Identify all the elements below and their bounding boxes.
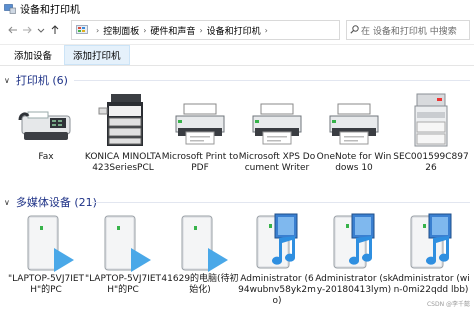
device-item-sec-printer[interactable]: SEC001599C89726	[392, 88, 470, 174]
device-item-onenote[interactable]: OneNote for Windows 10	[315, 88, 393, 174]
device-item-media-2[interactable]: "LAPTOP-5VJ7IETH"的PC	[84, 210, 162, 296]
media-group-title: 多媒体设备 (21)	[15, 196, 97, 209]
breadcrumb-control-panel[interactable]: 控制面板	[103, 24, 139, 37]
watermark: CSDN @李千懿	[426, 301, 470, 308]
device-label: Administrator (sky-20180413lym)	[315, 274, 393, 295]
device-label: KONICA MINOLTA 423SeriesPCL	[84, 152, 162, 173]
title-bar: 设备和打印机	[0, 0, 474, 17]
device-item-media-4[interactable]: Administrator (694wubnv58yk2mo)	[238, 210, 316, 307]
add-printer-button[interactable]: 添加打印机	[64, 45, 130, 65]
device-label: Fax	[38, 152, 54, 162]
device-item-print-to-pdf[interactable]: Microsoft Print to PDF	[161, 88, 239, 174]
chevron-down-icon	[37, 28, 45, 33]
collapse-chevron-icon: ∨	[4, 75, 10, 85]
breadcrumb-separator: ›	[264, 25, 268, 35]
control-panel-icon	[76, 25, 88, 34]
command-bar: 添加设备 添加打印机	[0, 44, 474, 66]
copier-icon	[98, 94, 143, 146]
search-icon	[350, 25, 359, 34]
group-divider	[92, 202, 470, 203]
forward-arrow-icon	[23, 26, 32, 34]
media-player-icon	[410, 213, 452, 269]
back-button[interactable]	[6, 21, 20, 39]
up-button[interactable]	[48, 21, 62, 39]
printers-group-title: 打印机 (6)	[15, 74, 68, 87]
breadcrumb-separator: ›	[143, 25, 147, 35]
devices-app-icon	[4, 3, 16, 14]
media-server-icon	[104, 215, 151, 272]
device-item-media-1[interactable]: "LAPTOP-5VJ7IETH"的PC	[7, 210, 85, 296]
media-server-icon	[181, 215, 228, 272]
breadcrumb-separator: ›	[96, 25, 100, 35]
device-item-fax[interactable]: Fax	[7, 88, 85, 163]
device-label: 41629的电脑(待初始化)	[161, 274, 239, 295]
search-placeholder: 在 设备和打印机 中搜索	[361, 26, 457, 37]
device-label: OneNote for Windows 10	[316, 152, 392, 173]
breadcrumb[interactable]: › 控制面板 › 硬件和声音 › 设备和打印机 ›	[71, 20, 340, 40]
device-item-xps-writer[interactable]: Microsoft XPS Document Writer	[238, 88, 316, 174]
breadcrumb-separator: ›	[199, 25, 203, 35]
media-player-icon	[333, 213, 375, 269]
printer-icon	[252, 103, 302, 145]
breadcrumb-devices-printers[interactable]: 设备和打印机	[207, 24, 261, 37]
group-divider	[74, 80, 470, 81]
device-item-konica[interactable]: KONICA MINOLTA 423SeriesPCL	[84, 88, 162, 174]
device-item-media-5[interactable]: Administrator (sky-20180413lym)	[315, 210, 393, 296]
device-label: SEC001599C89726	[393, 152, 469, 173]
up-arrow-icon	[51, 25, 59, 34]
forward-button[interactable]	[20, 21, 34, 39]
window-title: 设备和打印机	[20, 5, 80, 16]
device-label: Administrator (694wubnv58yk2mo)	[238, 274, 316, 306]
recent-locations-button[interactable]	[34, 21, 48, 39]
breadcrumb-hardware-sound[interactable]: 硬件和声音	[150, 24, 195, 37]
media-player-icon	[256, 213, 298, 269]
device-item-media-6[interactable]: Administrator (win-0mi22qdd lbb)	[392, 210, 470, 296]
device-label: "LAPTOP-5VJ7IETH"的PC	[84, 274, 162, 295]
device-item-media-3[interactable]: 41629的电脑(待初始化)	[161, 210, 239, 296]
device-label: Administrator (win-0mi22qdd lbb)	[392, 274, 470, 295]
back-arrow-icon	[8, 26, 17, 34]
printer-icon	[329, 103, 379, 145]
device-label: Microsoft Print to PDF	[161, 152, 239, 173]
device-label: Microsoft XPS Document Writer	[238, 152, 316, 173]
add-device-button[interactable]: 添加设备	[6, 45, 60, 65]
address-bar: › 控制面板 › 硬件和声音 › 设备和打印机 › 在 设备和打印机 中搜索	[0, 17, 474, 43]
media-server-icon	[27, 215, 74, 272]
media-group-header[interactable]: ∨ 多媒体设备 (21)	[4, 194, 97, 210]
collapse-chevron-icon: ∨	[4, 197, 10, 207]
device-label: "LAPTOP-5VJ7IETH"的PC	[7, 274, 85, 295]
printers-group-header[interactable]: ∨ 打印机 (6)	[4, 72, 68, 88]
search-input[interactable]: 在 设备和打印机 中搜索	[346, 20, 470, 40]
laser-printer-icon	[414, 93, 448, 147]
fax-icon	[18, 111, 71, 140]
printer-icon	[175, 103, 225, 145]
